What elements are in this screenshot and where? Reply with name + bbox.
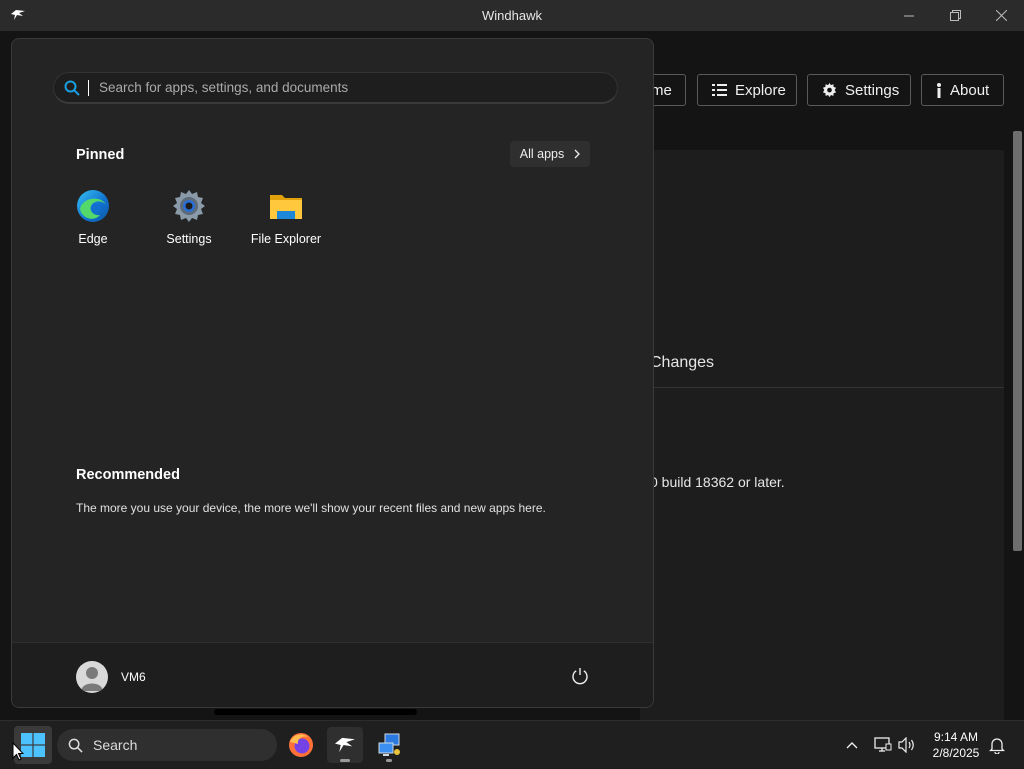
requirement-text: 0 build 18362 or later. [650,474,785,490]
window-title: Windhawk [482,8,542,23]
clock[interactable]: 9:14 AM 2/8/2025 [924,729,988,761]
taskbar-app-network-tool[interactable] [371,727,407,763]
settings-button[interactable]: Settings [807,74,911,106]
pinned-app-label: Edge [78,232,108,246]
scrollbar-thumb[interactable] [1013,131,1022,551]
taskbar: Search 9:14 AM 2/8/2025 [0,720,1024,768]
start-search-input[interactable] [97,79,601,96]
about-label: About [950,81,990,99]
chevron-up-icon [846,742,858,749]
start-menu: Pinned All apps Edge Settings File Explo… [11,38,654,708]
pinned-app-label: File Explorer [250,232,322,246]
start-search-box[interactable] [53,72,618,104]
search-icon [68,738,83,753]
windhawk-icon [335,737,355,753]
all-apps-label: All apps [519,147,565,161]
restore-button[interactable] [932,0,978,31]
taskbar-search-label: Search [93,737,138,753]
scroll-indicator [214,709,417,715]
mouse-cursor-icon [12,742,24,761]
explore-button[interactable]: Explore [697,74,797,106]
recommended-message: The more you use your device, the more w… [76,501,546,515]
search-icon [64,80,80,96]
clock-time: 9:14 AM [933,730,979,744]
user-avatar-icon[interactable] [76,661,108,693]
pinned-title: Pinned [76,147,125,163]
volume-icon [898,737,914,753]
clock-date: 2/8/2025 [932,746,980,760]
volume-button[interactable] [895,721,919,769]
pinned-app-file-explorer[interactable]: File Explorer [241,189,331,246]
pinned-app-settings[interactable]: Settings [144,189,234,246]
changes-heading: Changes [650,354,715,371]
windows-logo-icon [21,733,45,757]
pinned-app-label: Settings [166,232,212,246]
taskbar-app-windhawk[interactable] [327,727,363,763]
pinned-app-edge[interactable]: Edge [48,189,138,246]
folder-icon [270,195,302,219]
home-label: me [651,81,672,99]
settings-gear-icon [173,190,205,222]
divider [640,387,1004,388]
list-icon [712,84,727,96]
gear-icon [822,82,837,97]
close-button[interactable] [978,0,1024,31]
text-caret [88,79,89,96]
edge-icon [77,190,109,222]
mod-details-card: Changes 0 build 18362 or later. [640,150,1004,720]
network-tool-icon [378,733,400,756]
info-icon [937,82,941,98]
power-icon[interactable] [571,667,589,685]
explore-label: Explore [735,81,786,99]
show-hidden-icons-button[interactable] [840,721,864,769]
running-app-indicator [386,759,392,762]
taskbar-search[interactable]: Search [57,729,277,761]
network-icon [874,737,892,752]
chevron-right-icon [574,149,581,159]
active-app-indicator [340,759,350,762]
bell-icon [989,737,1005,754]
start-menu-footer: VM6 [12,642,653,707]
minimize-button[interactable] [886,0,932,31]
taskbar-app-firefox[interactable] [283,727,319,763]
settings-label: Settings [845,81,900,99]
about-button[interactable]: About [921,74,1004,106]
notifications-button[interactable] [986,721,1008,769]
network-status-button[interactable] [871,721,895,769]
firefox-icon [289,733,313,757]
all-apps-button[interactable]: All apps [510,141,590,167]
user-name[interactable]: VM6 [121,670,146,684]
title-bar: Windhawk [0,0,1024,31]
recommended-title: Recommended [76,467,180,483]
